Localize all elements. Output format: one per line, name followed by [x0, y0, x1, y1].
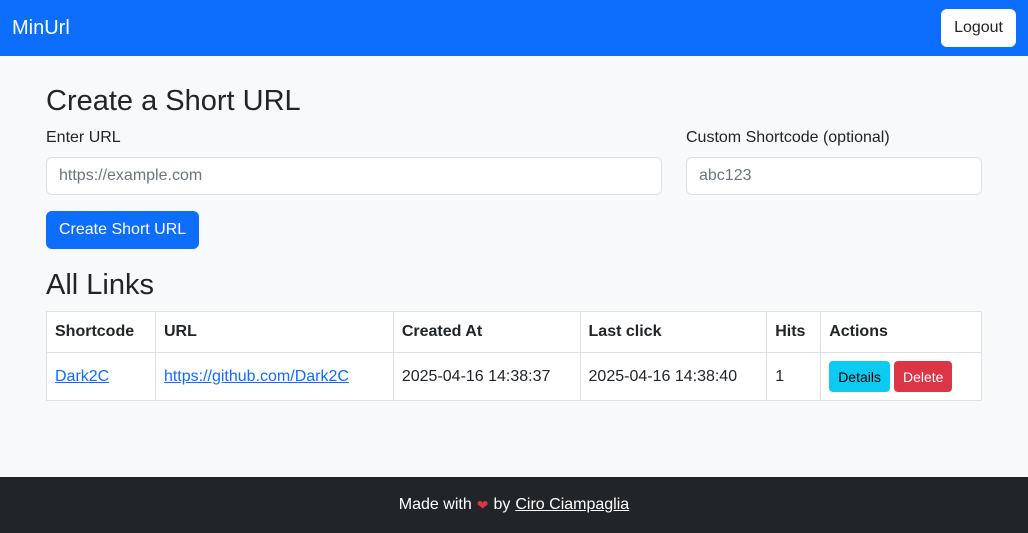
create-title: Create a Short URL [46, 85, 301, 117]
url-label: Enter URL [46, 129, 121, 146]
footer-made-with: Made with [398, 496, 472, 513]
logout-button[interactable]: Logout [941, 9, 1016, 47]
navbar: MinUrl Logout [0, 0, 1028, 56]
column-header-last-click: Last click [579, 311, 768, 353]
main-content: Create a Short URL Enter URL Custom Shor… [46, 56, 982, 401]
cell-shortcode: Dark2C [46, 352, 156, 401]
column-header-url: URL [154, 311, 394, 353]
heart-icon: ❤ [476, 496, 489, 513]
delete-button[interactable]: Delete [893, 361, 953, 392]
cell-url: https://github.com/Dark2C [154, 352, 394, 401]
column-header-hits: Hits [766, 311, 822, 353]
url-field-group: Enter URL [46, 128, 662, 195]
column-header-actions: Actions [820, 311, 982, 353]
create-form: Enter URL Custom Shortcode (optional) [46, 128, 982, 195]
shortcode-field-group: Custom Shortcode (optional) [686, 128, 982, 195]
column-header-created-at: Created At [392, 311, 581, 353]
footer: Made with ❤ by Ciro Ciampaglia [0, 477, 1028, 533]
url-input[interactable] [46, 157, 662, 195]
table-header-row: Shortcode URL Created At Last click Hits… [46, 311, 982, 353]
column-header-shortcode: Shortcode [46, 311, 156, 353]
cell-last-click: 2025-04-16 14:38:40 [579, 352, 768, 401]
footer-by: by [493, 496, 511, 513]
links-table: Shortcode URL Created At Last click Hits… [46, 311, 982, 401]
links-title: All Links [46, 269, 154, 301]
url-link[interactable]: https://github.com/Dark2C [164, 368, 349, 385]
shortcode-label: Custom Shortcode (optional) [686, 129, 890, 146]
cell-hits: 1 [766, 352, 822, 401]
table-row: Dark2C https://github.com/Dark2C 2025-04… [46, 352, 982, 401]
author-link[interactable]: Ciro Ciampaglia [515, 496, 629, 514]
cell-actions: Details Delete [820, 352, 982, 401]
brand-logo[interactable]: MinUrl [12, 17, 70, 40]
create-short-url-button[interactable]: Create Short URL [46, 211, 200, 249]
shortcode-input[interactable] [686, 157, 982, 195]
details-button[interactable]: Details [829, 361, 890, 392]
cell-created-at: 2025-04-16 14:38:37 [392, 352, 581, 401]
shortcode-link[interactable]: Dark2C [55, 368, 109, 385]
